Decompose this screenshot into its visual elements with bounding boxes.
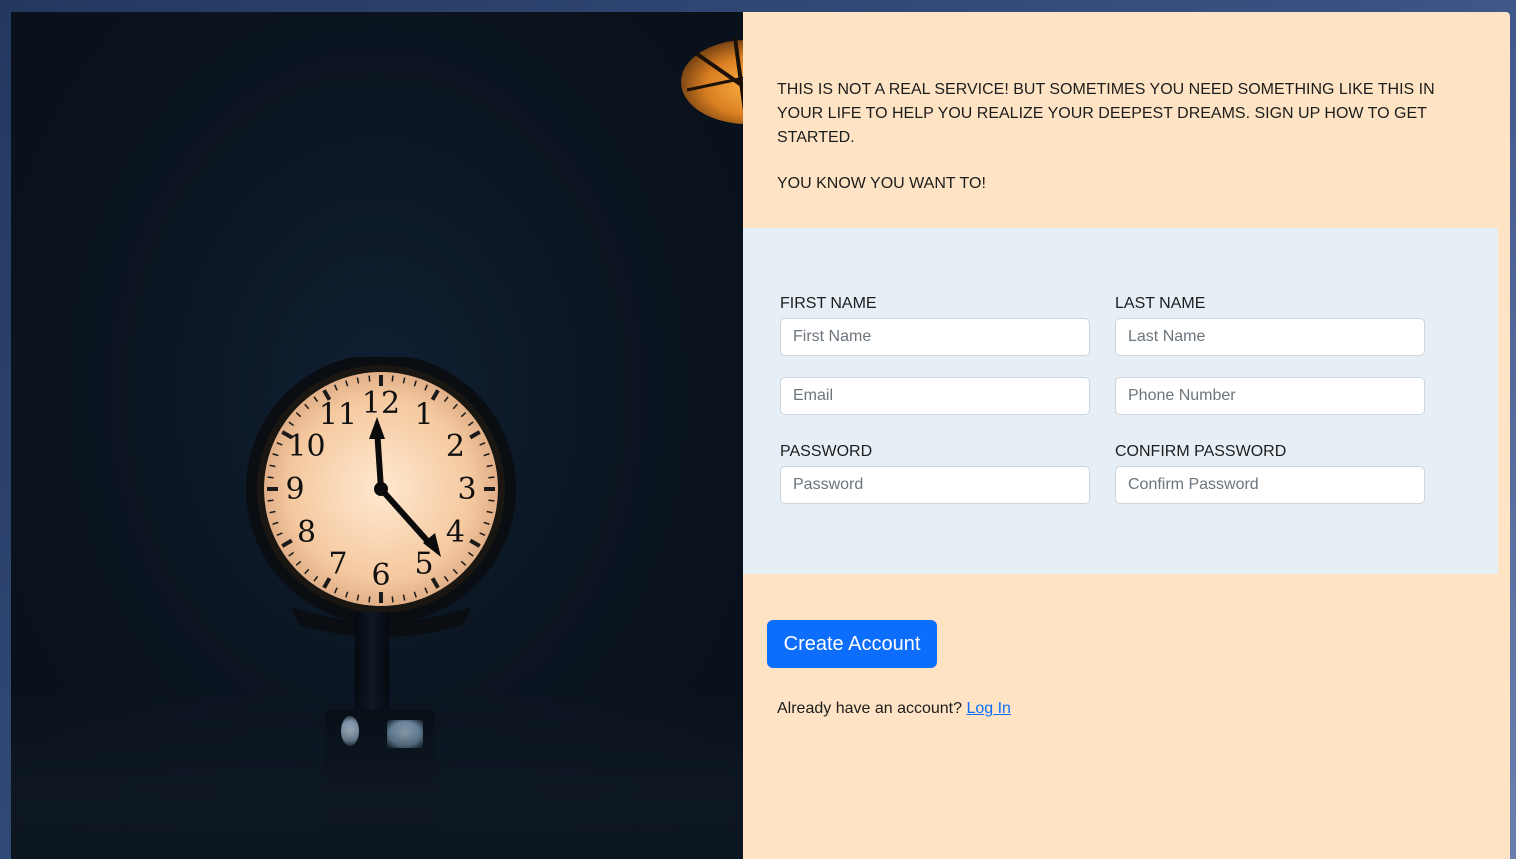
clock-numeral: 12: [362, 386, 400, 421]
email-input[interactable]: [780, 377, 1090, 415]
phone-input[interactable]: [1115, 377, 1425, 415]
first-name-label: FIRST NAME: [780, 295, 877, 312]
confirm-password-group: CONFIRM PASSWORD: [1115, 442, 1425, 504]
clock-tick: [267, 499, 274, 502]
last-name-group: LAST NAME: [1115, 294, 1425, 356]
intro-text: THIS IS NOT A REAL SERVICE! BUT SOMETIME…: [777, 81, 1435, 146]
password-group: PASSWORD: [780, 442, 1090, 504]
clock-numeral: 3: [457, 472, 476, 507]
clock-numeral: 5: [414, 546, 433, 581]
email-group: [780, 377, 1090, 415]
create-account-button[interactable]: Create Account: [767, 620, 937, 668]
last-name-input[interactable]: [1115, 318, 1425, 356]
login-prompt-text: Already have an account?: [777, 700, 963, 717]
confirm-password-input[interactable]: [1115, 466, 1425, 504]
street-lamp-icon: [681, 37, 743, 124]
app-window: 12 1 2 3 4 5 6 7 8 9 10 11 THIS IS NOT A REAL SERVI…: [11, 12, 1510, 859]
clock-tick: [368, 375, 371, 382]
login-link[interactable]: Log In: [966, 700, 1010, 717]
phone-group: [1115, 377, 1425, 415]
clock-numeral: 11: [319, 398, 357, 433]
clock-numeral: 2: [446, 429, 465, 464]
clock-numeral: 4: [446, 515, 465, 550]
clock-numeral: 6: [371, 558, 390, 593]
password-label: PASSWORD: [780, 443, 873, 460]
clock-numeral: 7: [328, 546, 347, 581]
clock-tick: [391, 596, 394, 603]
login-prompt: Already have an account? Log In: [777, 700, 1011, 718]
signup-form: FIRST NAME LAST NAME PASSWORD CONFIRM PA…: [743, 228, 1498, 574]
confirm-password-label: CONFIRM PASSWORD: [1115, 443, 1287, 460]
last-name-label: LAST NAME: [1115, 295, 1206, 312]
clock-numeral: 8: [297, 515, 316, 550]
intro-tagline: YOU KNOW YOU WANT TO!: [777, 175, 986, 192]
password-input[interactable]: [780, 466, 1090, 504]
first-name-group: FIRST NAME: [780, 294, 1090, 356]
clock-photo: 12 1 2 3 4 5 6 7 8 9 10 11: [11, 12, 743, 859]
first-name-input[interactable]: [780, 318, 1090, 356]
clock-tick: [368, 596, 371, 603]
clock-tick: [488, 499, 495, 502]
clock-numeral: 1: [414, 398, 433, 433]
signup-panel: THIS IS NOT A REAL SERVICE! BUT SOMETIME…: [743, 12, 1510, 859]
clock-numeral: 9: [285, 472, 304, 507]
clock-tick: [391, 375, 394, 382]
foliage-silhouette: [11, 689, 743, 859]
clock-tick: [488, 476, 495, 479]
clock-tick: [267, 476, 274, 479]
clock-numeral: 10: [287, 429, 325, 464]
